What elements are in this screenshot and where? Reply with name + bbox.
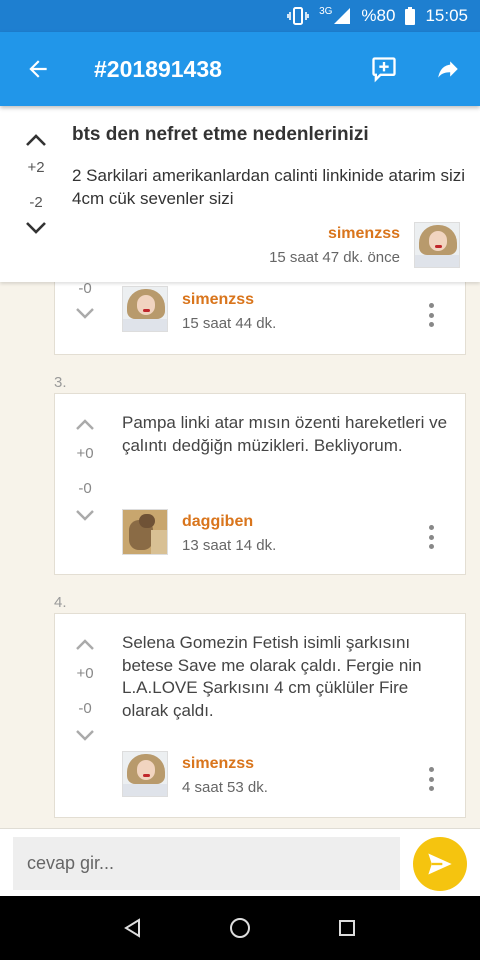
upvote-count: +0: [76, 445, 94, 462]
downvote-count: -0: [78, 480, 92, 497]
post-body: 2 Sarkilari amerikanlardan calinti linki…: [72, 166, 466, 208]
post-author[interactable]: simenzss: [328, 225, 400, 243]
arrow-back-icon[interactable]: [0, 32, 76, 106]
triangle-back-icon[interactable]: [113, 908, 153, 948]
circle-home-icon[interactable]: [220, 908, 260, 948]
vote-controls: +0 -0: [65, 417, 105, 523]
downvote-count: -0: [78, 280, 92, 297]
comment-text: Selena Gomezin Fetish isimli şarkısını b…: [122, 633, 422, 720]
comment-time: 15 saat 44 dk.: [182, 315, 277, 332]
comment-card: +0 -0 Selena Gomezin Fetish isimli şarkı…: [54, 613, 466, 818]
downvote-count: -2: [29, 194, 43, 211]
more-vert-icon[interactable]: [419, 764, 443, 794]
app-bar: #201891438: [0, 32, 480, 106]
comment-text: Pampa linki atar mısın özenti hareketler…: [122, 413, 448, 455]
vote-controls: -0: [65, 279, 105, 321]
chevron-up-icon[interactable]: [73, 637, 97, 653]
signal-icon: 3G: [319, 5, 351, 25]
avatar[interactable]: [122, 509, 168, 555]
status-bar: 3G %80 15:05: [0, 0, 480, 32]
clock: 15:05: [425, 6, 468, 25]
vote-controls: +2 -2: [16, 132, 56, 235]
chevron-up-icon[interactable]: [73, 417, 97, 433]
send-icon: [428, 853, 452, 875]
vibrate-icon: [287, 7, 309, 25]
upvote-count: +0: [76, 665, 94, 682]
chevron-down-icon[interactable]: [73, 507, 97, 523]
reply-input[interactable]: [13, 837, 400, 890]
battery-icon: [405, 7, 416, 25]
chevron-up-icon[interactable]: [24, 132, 48, 148]
chevron-down-icon[interactable]: [73, 727, 97, 743]
avatar[interactable]: [414, 222, 460, 268]
comment-author[interactable]: daggiben: [182, 513, 253, 531]
more-vert-icon[interactable]: [419, 522, 443, 552]
post-time: 15 saat 47 dk. önce: [269, 249, 400, 266]
post-header: +2 -2 bts den nefret etme nedenlerinizi …: [0, 106, 480, 282]
system-nav-bar: [0, 896, 480, 960]
upvote-count: +2: [27, 159, 45, 176]
send-button[interactable]: [413, 837, 467, 891]
battery-percent: %80: [361, 6, 396, 25]
comment-author[interactable]: simenzss: [182, 755, 254, 773]
comment-card: +0 -0 Pampa linki atar mısın özenti hare…: [54, 393, 466, 575]
vote-controls: +0 -0: [65, 637, 105, 743]
comment-time: 13 saat 14 dk.: [182, 537, 277, 554]
more-vert-icon[interactable]: [419, 300, 443, 330]
share-icon[interactable]: [416, 32, 480, 106]
reply-bar: [0, 828, 480, 896]
network-type: 3G: [319, 5, 333, 17]
add-comment-icon[interactable]: [352, 32, 416, 106]
comment-author[interactable]: simenzss: [182, 291, 254, 309]
page-title: #201891438: [94, 55, 222, 82]
chevron-down-icon[interactable]: [24, 219, 48, 235]
avatar[interactable]: [122, 751, 168, 797]
comment-number: 3.: [54, 374, 67, 391]
downvote-count: -0: [78, 700, 92, 717]
comment-time: 4 saat 53 dk.: [182, 779, 268, 796]
avatar[interactable]: [122, 286, 168, 332]
post-title: bts den nefret etme nedenlerinizi: [72, 124, 369, 145]
chevron-down-icon[interactable]: [73, 305, 97, 321]
comment-number: 4.: [54, 594, 67, 611]
square-recent-icon[interactable]: [327, 908, 367, 948]
